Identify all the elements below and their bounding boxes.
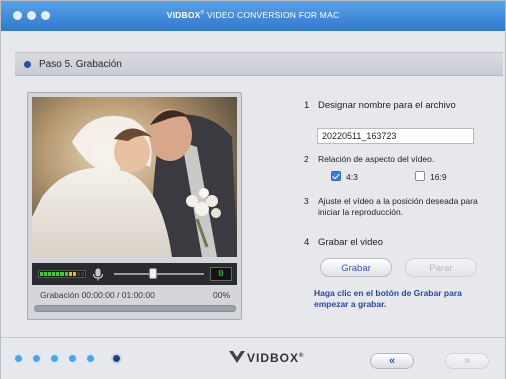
vidbox-logo-icon	[229, 351, 245, 363]
step-2-number: 2	[304, 154, 309, 164]
step-4: 4 Grabar el video	[304, 237, 383, 248]
wedding-photo-image	[32, 97, 237, 257]
recording-percent: 00%	[212, 290, 230, 300]
step-1-label: Designar nombre para el archivo	[318, 100, 456, 111]
window-subtitle: VIDEO CONVERSION FOR MAC	[206, 10, 340, 20]
back-button[interactable]: «	[370, 353, 414, 369]
progress-step-5-icon	[85, 353, 96, 364]
step-3: 3 Ajuste el vídeo a la posición deseada p…	[304, 196, 478, 218]
vidbox-logo: VIDBOX®	[229, 351, 304, 365]
step-4-label: Grabar el video	[318, 237, 383, 248]
step-header: Paso 5. Grabación	[15, 52, 503, 76]
window-title: VIDBOX® VIDEO CONVERSION FOR MAC	[166, 10, 340, 20]
step-2: 2 Relación de aspecto del vídeo.	[304, 154, 434, 164]
step-3-line-2: iniciar la reproducción.	[318, 207, 404, 217]
aspect-4-3-checkbox[interactable]	[331, 171, 341, 181]
window-brand: VIDBOX	[166, 10, 201, 20]
title-bar: VIDBOX® VIDEO CONVERSION FOR MAC	[1, 1, 505, 31]
stop-button[interactable]: Parar	[405, 258, 477, 277]
progress-step-6-icon	[111, 353, 122, 364]
aspect-16-9-label: 16:9	[430, 172, 447, 182]
frame-counter: 0	[210, 267, 232, 281]
record-hint-line-1: Haga clic en el botón de Grabar para	[314, 288, 462, 298]
step-4-number: 4	[304, 237, 310, 248]
record-button[interactable]: Grabar	[320, 258, 392, 277]
footer-bar: VIDBOX® « »	[1, 337, 505, 379]
recording-progress-bar	[34, 305, 236, 312]
filename-input[interactable]: 20220511_163723	[317, 128, 474, 144]
record-hint-line-2: empezar a grabar.	[314, 299, 387, 309]
volume-slider-knob[interactable]	[149, 268, 157, 279]
progress-step-2-icon	[31, 353, 42, 364]
step-1: 1 Designar nombre para el archivo	[304, 100, 456, 111]
microphone-icon	[92, 268, 104, 281]
step-1-number: 1	[304, 100, 310, 111]
aspect-4-3-label: 4:3	[346, 172, 358, 182]
step-2-label: Relación de aspecto del vídeo.	[318, 154, 435, 164]
aspect-16-9-checkbox[interactable]	[415, 171, 425, 181]
app-window: VIDBOX® VIDEO CONVERSION FOR MAC Paso 5.…	[0, 0, 506, 379]
video-preview	[32, 97, 237, 257]
step-title: Paso 5. Grabación	[39, 59, 122, 70]
audio-level-meter	[38, 270, 86, 278]
volume-slider-track[interactable]	[114, 273, 204, 275]
recording-controls: 0	[32, 263, 237, 285]
step-bullet-icon	[24, 61, 31, 68]
progress-step-3-icon	[49, 353, 60, 364]
vidbox-logo-text: VIDBOX	[247, 351, 300, 365]
next-button[interactable]: »	[445, 353, 489, 369]
step-3-line-1: Ajuste el vídeo a la posición deseada pa…	[318, 196, 478, 206]
record-hint: Haga clic en el botón de Grabar para emp…	[314, 288, 494, 310]
recording-time: Grabación 00:00:00 / 01:00:00	[40, 290, 155, 300]
preview-panel: 0 Grabación 00:00:00 / 01:00:00 00%	[27, 92, 242, 320]
step-3-number: 3	[304, 196, 309, 206]
progress-step-1-icon	[13, 353, 24, 364]
progress-step-4-icon	[67, 353, 78, 364]
